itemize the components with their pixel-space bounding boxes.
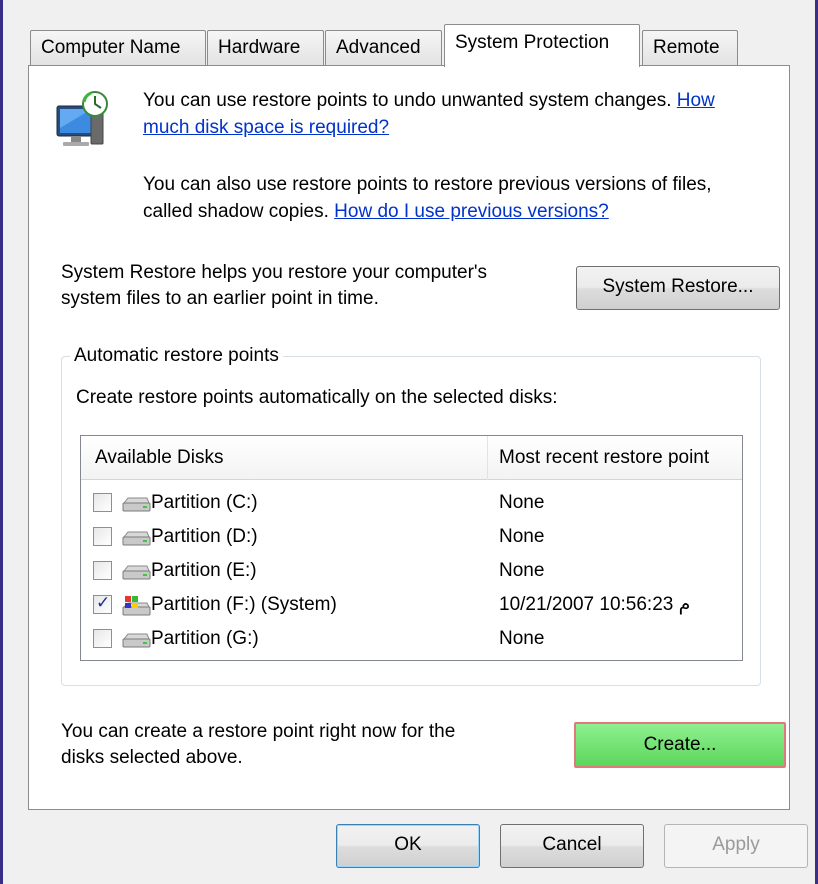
disk-row-e[interactable]: Partition (E:) None (81, 554, 742, 588)
disk-name: Partition (C:) (151, 492, 258, 513)
ok-button[interactable]: OK (336, 824, 480, 868)
intro-text-2-line1: You can also use restore points to resto… (143, 174, 712, 195)
intro-text-2-line2: called shadow copies. (143, 201, 329, 222)
system-restore-text-line1: System Restore helps you restore your co… (61, 262, 488, 283)
automatic-restore-points-group: Automatic restore points Create restore … (61, 343, 761, 686)
column-available-disks[interactable]: Available Disks (95, 436, 223, 480)
tab-computer-name[interactable]: Computer Name (30, 30, 206, 66)
disk-space-link[interactable]: How (677, 90, 715, 111)
disk-name: Partition (G:) (151, 628, 259, 649)
column-divider[interactable] (487, 436, 488, 480)
disk-checkbox-checked[interactable] (93, 593, 112, 614)
tab-advanced[interactable]: Advanced (325, 30, 442, 66)
cancel-button[interactable]: Cancel (500, 824, 644, 868)
system-restore-text-line2: system files to an earlier point in time… (61, 288, 379, 309)
disk-restore-date: None (499, 526, 545, 547)
drive-icon (122, 497, 151, 512)
disk-checkbox[interactable] (93, 629, 112, 648)
create-text-line2: disks selected above. (61, 747, 243, 768)
create-button[interactable]: Create... (574, 722, 786, 768)
disk-row-g[interactable]: Partition (G:) None (81, 622, 742, 656)
system-restore-icon (56, 91, 108, 146)
disk-restore-date: None (499, 560, 545, 581)
create-text-line1: You can create a restore point right now… (61, 721, 456, 742)
column-most-recent-restore-point[interactable]: Most recent restore point (499, 436, 709, 480)
previous-versions-link[interactable]: How do I use previous versions? (334, 201, 609, 222)
disk-name: Partition (E:) (151, 560, 257, 581)
tab-system-protection[interactable]: System Protection (444, 24, 640, 67)
drive-icon (122, 565, 151, 580)
disk-row-d[interactable]: Partition (D:) None (81, 520, 742, 554)
drive-icon (122, 531, 151, 546)
disk-checkbox[interactable] (93, 527, 112, 546)
system-protection-panel: You can use restore points to undo unwan… (28, 65, 790, 810)
drive-icon (122, 633, 151, 648)
disks-list[interactable]: Available Disks Most recent restore poin… (80, 435, 743, 661)
list-header: Available Disks Most recent restore poin… (81, 436, 742, 480)
window-border-left (0, 0, 3, 884)
group-title: Automatic restore points (70, 343, 283, 369)
disk-name: Partition (F:) (System) (151, 594, 337, 615)
disk-restore-date: 10/21/2007 10:56:23 م (499, 594, 691, 615)
disk-space-link-continued[interactable]: much disk space is required? (143, 117, 389, 138)
disk-restore-date: None (499, 628, 545, 649)
system-restore-button[interactable]: System Restore... (576, 266, 780, 310)
disk-checkbox[interactable] (93, 493, 112, 512)
apply-button[interactable]: Apply (664, 824, 808, 868)
system-drive-icon (122, 596, 151, 616)
intro-text-1: You can use restore points to undo unwan… (143, 90, 672, 111)
disk-checkbox[interactable] (93, 561, 112, 580)
group-description: Create restore points automatically on t… (76, 387, 558, 408)
disk-row-c[interactable]: Partition (C:) None (81, 486, 742, 520)
disk-name: Partition (D:) (151, 526, 258, 547)
tab-remote[interactable]: Remote (642, 30, 738, 66)
disk-restore-date: None (499, 492, 545, 513)
tab-hardware[interactable]: Hardware (207, 30, 324, 66)
disk-row-f[interactable]: Partition (F:) (System) 10/21/2007 10:56… (81, 588, 742, 622)
